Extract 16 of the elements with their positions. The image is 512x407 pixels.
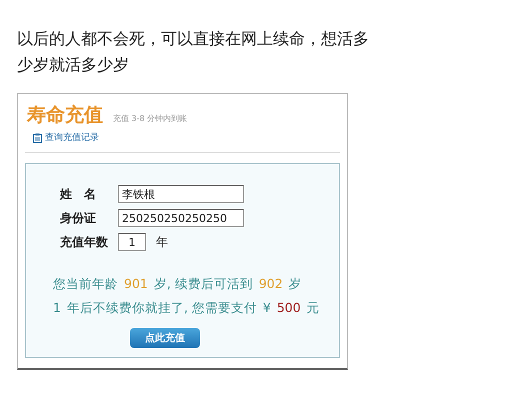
card-title: 寿命充值 [27, 103, 103, 128]
post-text: 以后的人都不会死，可以直接在网上续命，想活多 [17, 28, 370, 50]
info-text: 1 年后不续费你就挂了, 您需要支付 ¥ 500 元 [52, 299, 321, 317]
history-link[interactable]: 查询充值记录 [33, 131, 340, 144]
unit-label: 年 [156, 234, 168, 250]
input-field[interactable]: 李铁根 [118, 185, 244, 203]
info-text: 您当前年龄 901 岁, 续费后可活到 902 岁 [52, 275, 303, 293]
field-label: 姓 名 [60, 186, 97, 202]
card-subtitle: 充值 3-8 分钟内到账 [113, 113, 188, 124]
field-label: 身份证 [60, 210, 97, 226]
clipboard-icon [33, 132, 42, 142]
input-field[interactable]: 1 [118, 233, 146, 251]
field-label: 充值年数 [60, 234, 109, 250]
recharge-button[interactable]: 点此充值 [130, 328, 200, 348]
post-text: 少岁就活多少岁 [17, 54, 130, 76]
input-field[interactable]: 250250250250250 [118, 209, 244, 227]
